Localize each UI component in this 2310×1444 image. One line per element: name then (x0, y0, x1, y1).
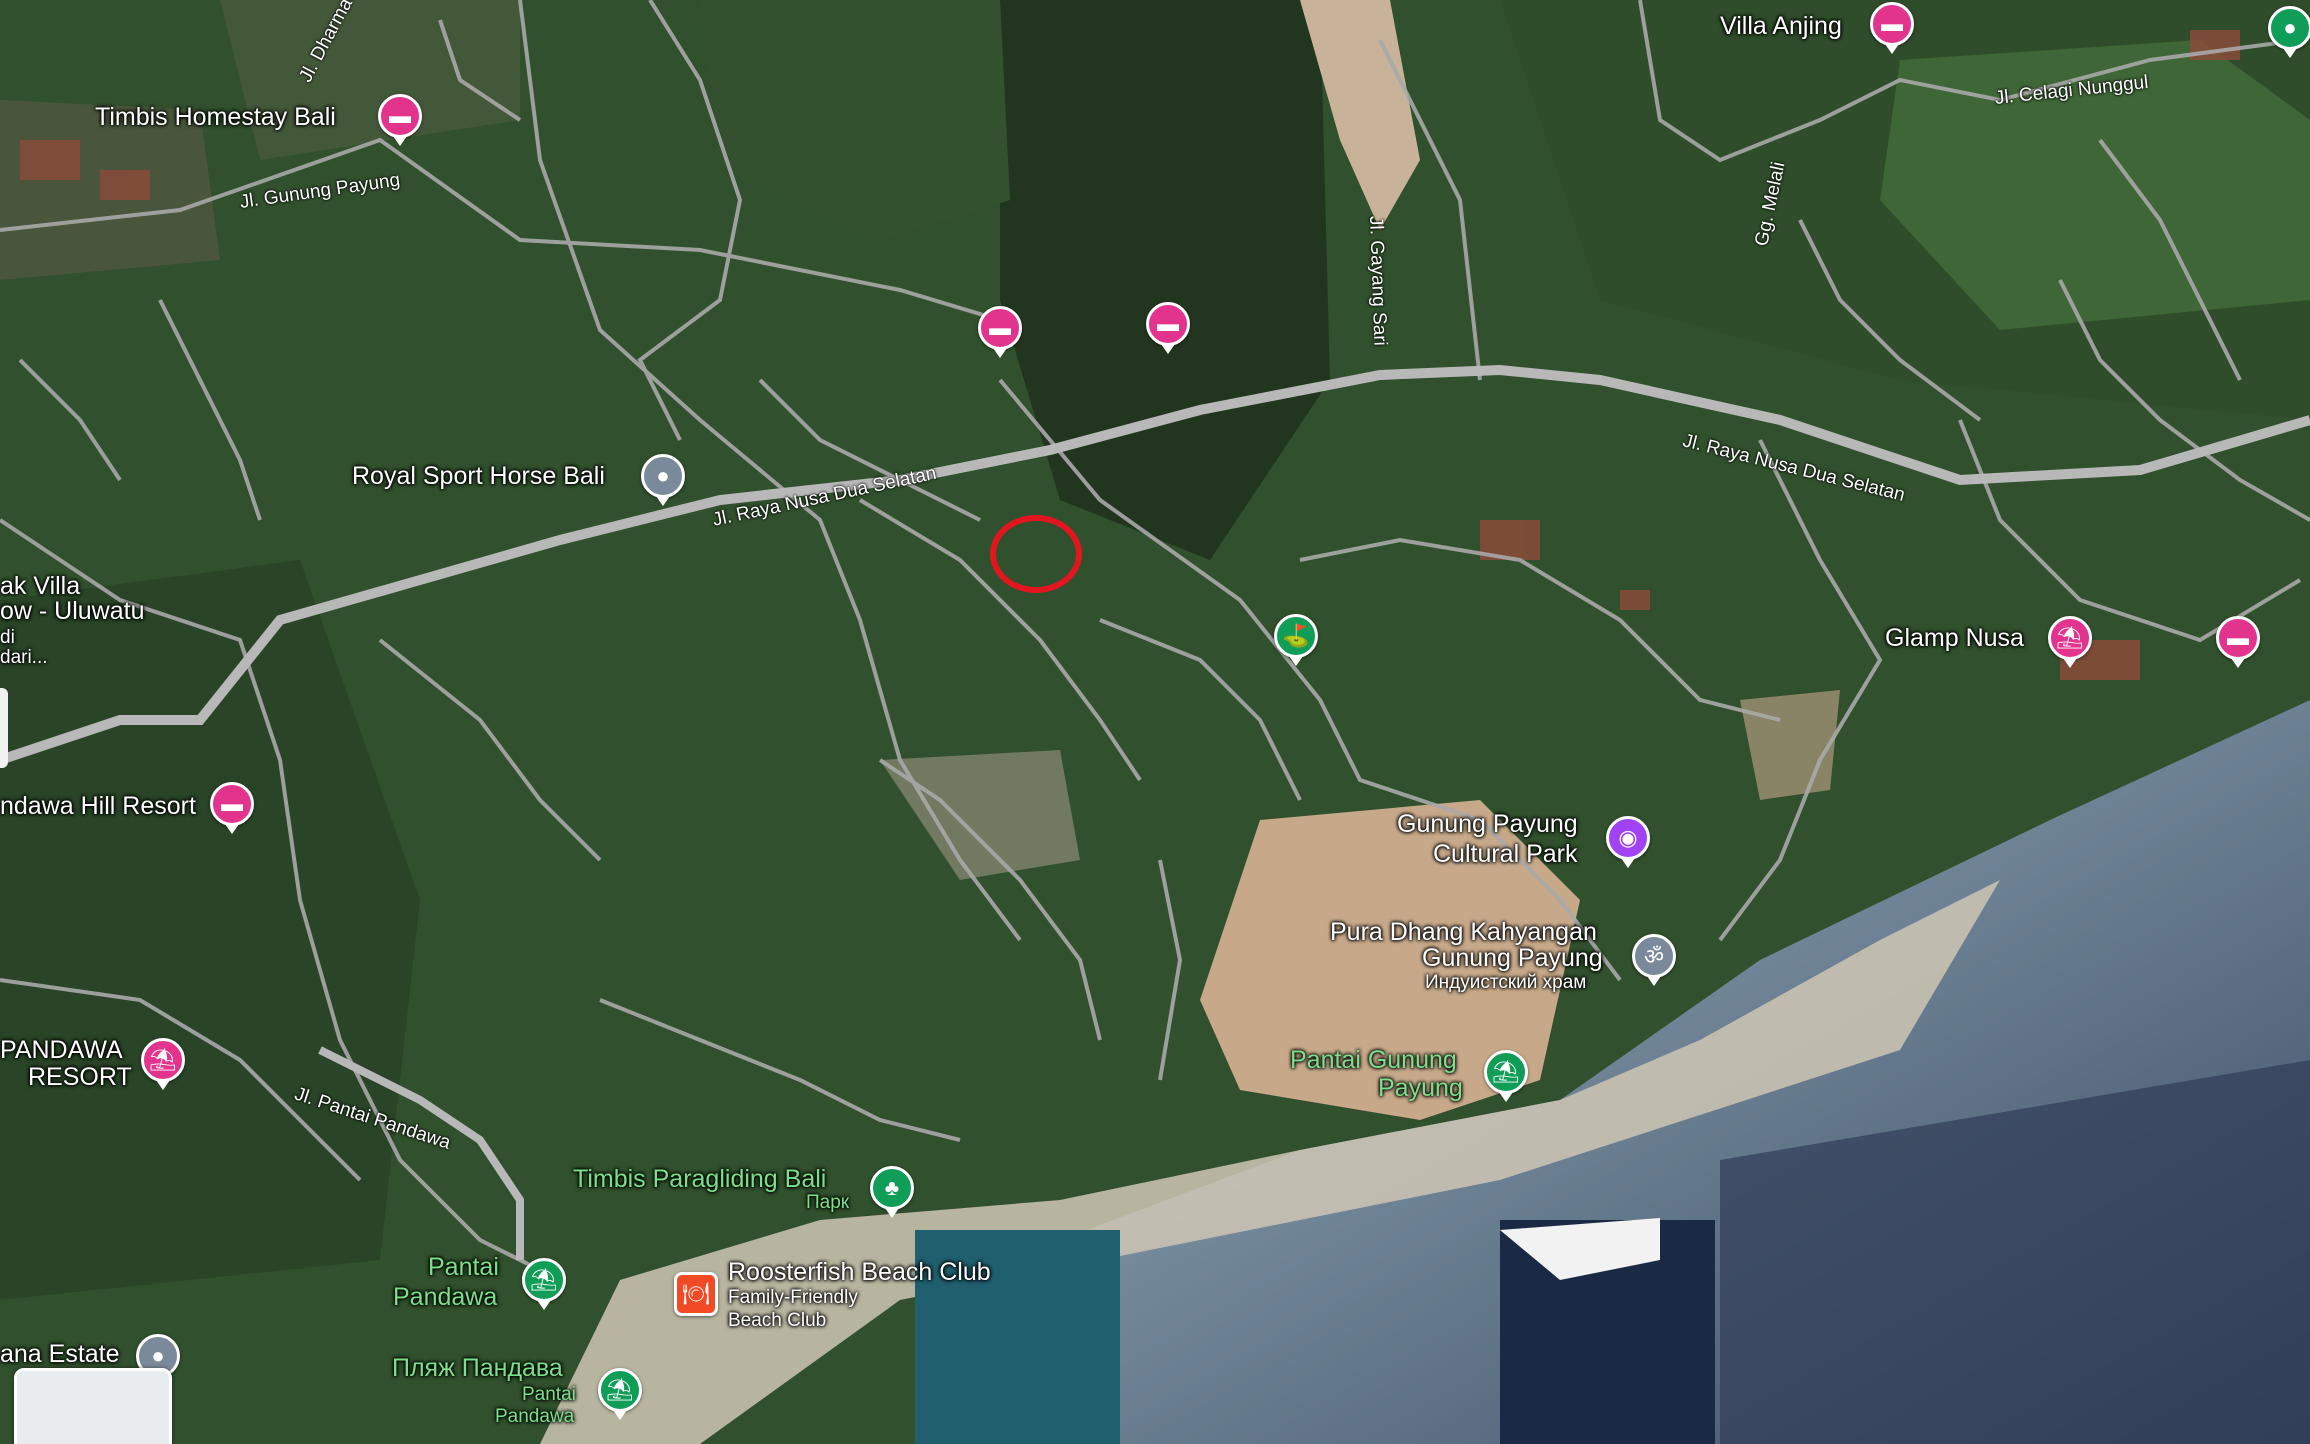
umbrella-icon: ⛱ (530, 1267, 558, 1292)
food-pin-roosterfish[interactable]: 🍽 (674, 1272, 718, 1316)
label-ana-estate[interactable]: ana Estate (0, 1340, 120, 1369)
label-roosterfish-sub2: Beach Club (728, 1310, 827, 1331)
place-icon: ● (151, 1343, 165, 1368)
tent-icon: ⛱ (2056, 625, 2084, 650)
umbrella-icon: ⛱ (149, 1047, 177, 1072)
park-pin-timbis-paragliding[interactable]: ♣ (870, 1166, 914, 1210)
temple-pin-pura[interactable]: ॐ (1632, 934, 1676, 978)
label-timbis-paragliding-sub: Парк (806, 1192, 850, 1213)
umbrella-icon: ⛱ (1492, 1059, 1520, 1084)
golf-pin[interactable]: ⛳ (1274, 614, 1318, 658)
place-icon: ● (2283, 15, 2297, 40)
hotel-pin-ndawa-hill[interactable]: ▬ (210, 782, 254, 826)
label-glamp-nusa[interactable]: Glamp Nusa (1885, 624, 2024, 653)
side-panel-toggle[interactable] (0, 688, 8, 768)
label-ak-villa-line4: dari... (0, 647, 48, 668)
label-roosterfish[interactable]: Roosterfish Beach Club (728, 1258, 991, 1287)
hotel-pin-villa-anjing[interactable]: ▬ (1870, 2, 1914, 46)
label-villa-anjing[interactable]: Villa Anjing (1720, 12, 1842, 41)
label-plyazh-sub2: Pandawa (495, 1406, 575, 1427)
bed-icon: ▬ (989, 315, 1011, 340)
camera-icon: ◉ (1618, 825, 1638, 850)
glamp-pin-glamp-nusa[interactable]: ⛱ (2048, 616, 2092, 660)
label-pura-line2[interactable]: Gunung Payung (1422, 944, 1603, 973)
beach-pin-plyazh-pandava[interactable]: ⛱ (598, 1368, 642, 1412)
bed-icon: ▬ (221, 791, 243, 816)
label-royal-sport-horse[interactable]: Royal Sport Horse Bali (352, 462, 605, 491)
label-pantai-pandawa-line1[interactable]: Pantai (428, 1253, 499, 1282)
label-timbis-paragliding[interactable]: Timbis Paragliding Bali (573, 1165, 826, 1194)
bed-icon: ▬ (1881, 11, 1903, 36)
label-gunung-payung-cp-line1[interactable]: Gunung Payung (1397, 810, 1578, 839)
road-label-gayang-sari: Jl. Gayang Sari (1365, 215, 1391, 347)
label-pura-line1[interactable]: Pura Dhang Kahyangan (1330, 918, 1597, 947)
bed-icon: ▬ (2227, 625, 2249, 650)
label-plyazh-sub1: Pantai (522, 1384, 576, 1405)
label-pandawa-resort-line1[interactable]: PANDAWA (0, 1036, 123, 1065)
label-pantai-gunung-payung-line1[interactable]: Pantai Gunung (1290, 1046, 1457, 1075)
label-ndawa-hill-resort[interactable]: ndawa Hill Resort (0, 792, 196, 821)
place-pin-royal-sport[interactable]: ● (641, 454, 685, 498)
hotel-pin-1[interactable]: ▬ (978, 306, 1022, 350)
label-ak-villa-line3: di (0, 627, 15, 648)
tree-icon: ♣ (884, 1175, 900, 1200)
golf-icon: ⛳ (1282, 623, 1310, 648)
temple-icon: ॐ (1643, 944, 1665, 969)
layers-thumbnail[interactable] (14, 1368, 172, 1444)
beach-pin-pantai-pandawa[interactable]: ⛱ (522, 1258, 566, 1302)
beach-pin-pantai-gunung-payung[interactable]: ⛱ (1484, 1050, 1528, 1094)
resort-pin-pandawa[interactable]: ⛱ (141, 1038, 185, 1082)
nature-pin-top-right[interactable]: ● (2268, 6, 2310, 50)
label-gunung-payung-cp-line2[interactable]: Cultural Park (1433, 840, 1578, 869)
hotel-pin-2[interactable]: ▬ (1146, 302, 1190, 346)
label-pura-sub: Индуистский храм (1425, 972, 1587, 993)
place-icon: ● (656, 463, 670, 488)
label-plyazh-pandava[interactable]: Пляж Пандава (392, 1354, 563, 1383)
label-pandawa-resort-line2[interactable]: RESORT (28, 1063, 132, 1092)
selection-circle-marker (990, 515, 1082, 593)
restaurant-icon: 🍽 (682, 1281, 710, 1306)
hotel-pin-far-right[interactable]: ▬ (2216, 616, 2260, 660)
bed-icon: ▬ (389, 103, 411, 128)
map-imagery (0, 0, 2310, 1444)
satellite-map[interactable]: Jl. Dharma Jl. Gunung Payung Jl. Celagi … (0, 0, 2310, 1444)
label-roosterfish-sub1: Family-Friendly (728, 1287, 858, 1308)
hotel-pin-timbis-homestay[interactable]: ▬ (378, 94, 422, 138)
label-timbis-homestay[interactable]: Timbis Homestay Bali (95, 103, 336, 132)
label-ak-villa-line2[interactable]: ow - Uluwatu (0, 597, 145, 626)
umbrella-icon: ⛱ (606, 1377, 634, 1402)
bed-icon: ▬ (1157, 311, 1179, 336)
culture-pin-gunung-payung-cp[interactable]: ◉ (1606, 816, 1650, 860)
label-pantai-gunung-payung-line2[interactable]: Payung (1378, 1074, 1463, 1103)
label-pantai-pandawa-line2[interactable]: Pandawa (393, 1283, 497, 1312)
